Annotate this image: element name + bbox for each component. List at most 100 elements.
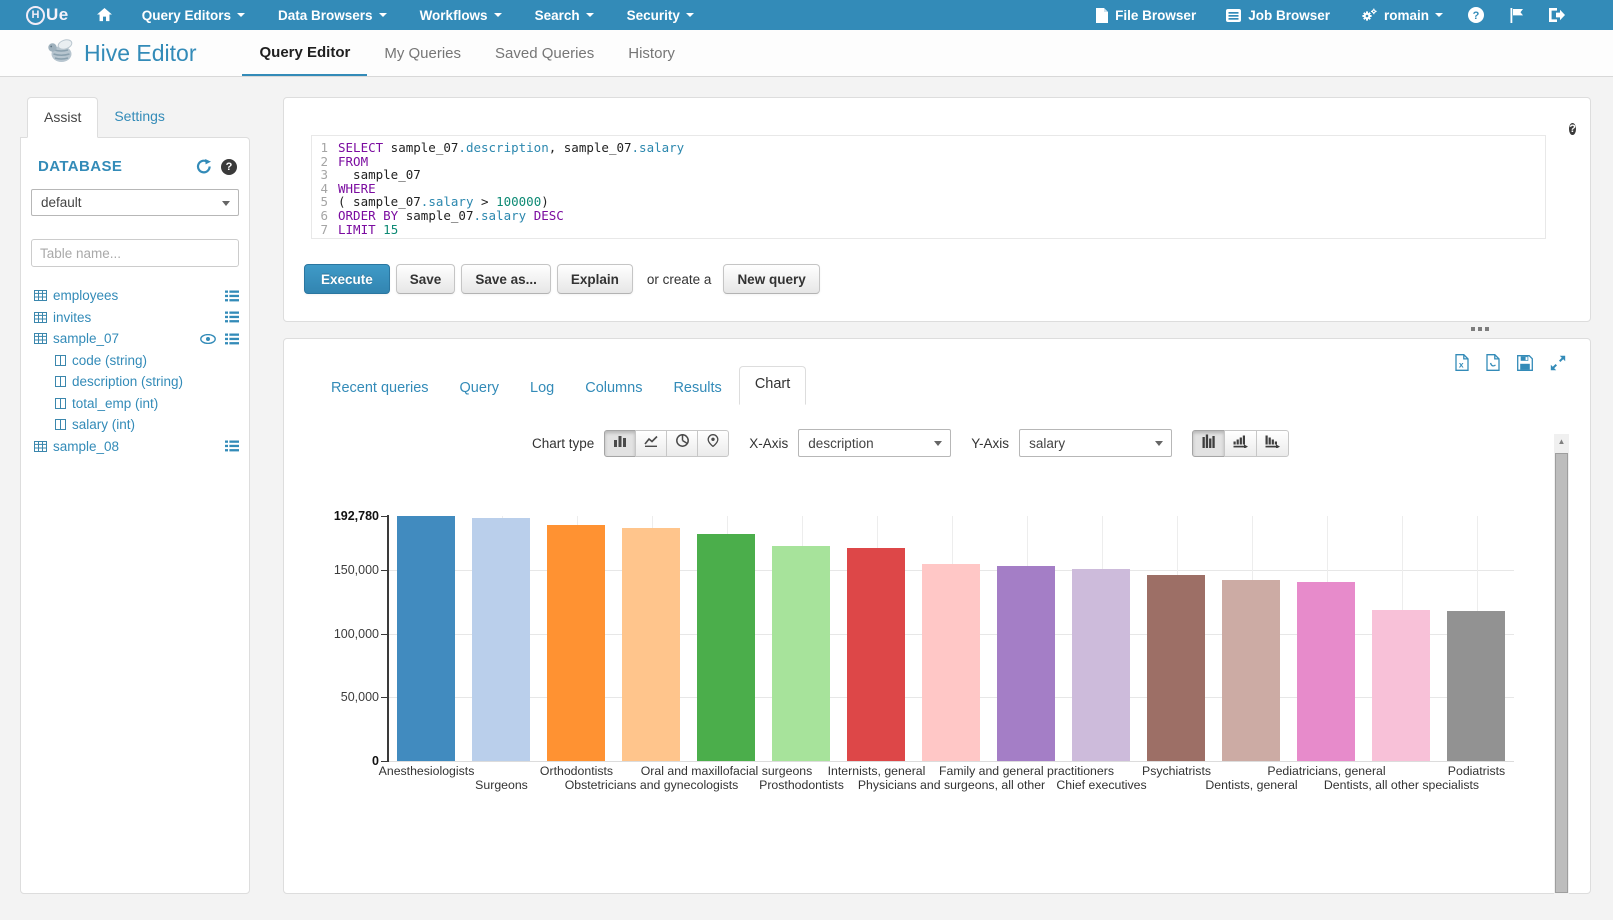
explain-button[interactable]: Explain <box>557 264 633 294</box>
chart-bar[interactable] <box>697 534 755 761</box>
x-axis-label: Internists, general <box>828 764 926 778</box>
x-axis-label: Oral and maxillofacial surgeons <box>641 764 813 778</box>
scroll-up-arrow[interactable]: ▲ <box>1554 434 1569 449</box>
save-button[interactable]: Save <box>396 264 456 294</box>
chart-bar[interactable] <box>922 564 980 761</box>
table-filter-input[interactable] <box>31 239 239 267</box>
file-browser-button[interactable]: File Browser <box>1096 8 1196 23</box>
tab-my-queries[interactable]: My Queries <box>367 30 478 76</box>
table-menu-icon[interactable] <box>225 440 239 452</box>
x-axis-label: Orthodontists <box>540 764 613 778</box>
chart-bar[interactable] <box>622 528 680 761</box>
home-icon <box>97 8 112 22</box>
hue-app-window: H Ue Query Editors Data Browsers Workflows… <box>0 0 1613 920</box>
save-as-button[interactable]: Save as... <box>461 264 551 294</box>
sql-code-editor[interactable]: 1SELECT sample_07.description, sample_07… <box>311 135 1546 239</box>
database-section-title: DATABASE <box>38 158 187 175</box>
refresh-icon[interactable] <box>196 159 212 174</box>
x-axis-label: Physicians and surgeons, all other <box>858 778 1045 792</box>
table-row[interactable]: invites <box>34 307 241 329</box>
chart-bar[interactable] <box>397 516 455 761</box>
tab-query-editor[interactable]: Query Editor <box>242 30 367 76</box>
line-number: 2 <box>312 155 338 169</box>
nav-menu-workflows[interactable]: Workflows <box>420 8 502 23</box>
user-menu[interactable]: romain <box>1360 8 1443 23</box>
chart-bar[interactable] <box>1072 569 1130 761</box>
column-icon <box>55 376 66 387</box>
line-number: 1 <box>312 141 338 155</box>
file-icon <box>1096 8 1108 23</box>
chart-bar[interactable] <box>772 546 830 761</box>
line-number: 5 <box>312 195 338 209</box>
results-scrollbar[interactable]: ▲ <box>1554 434 1569 894</box>
list-icon <box>1226 9 1241 22</box>
chart-bar[interactable] <box>472 518 530 761</box>
help-button[interactable]: ? <box>1468 7 1484 23</box>
table-menu-icon[interactable] <box>225 290 239 302</box>
panel-resize-handle[interactable] <box>1471 327 1492 331</box>
table-tree: employeesinvitessample_07code (string)de… <box>34 285 241 457</box>
x-axis-label: Dentists, all other specialists <box>1324 778 1479 792</box>
table-icon <box>34 290 47 301</box>
code-line: 5( sample_07.salary > 100000) <box>312 195 1545 209</box>
results-panel: x Recent queriesQueryLogColumnsResultsCh… <box>283 338 1591 894</box>
help-icon[interactable]: ? <box>1569 119 1576 137</box>
column-row[interactable]: total_emp (int) <box>34 393 241 415</box>
hive-logo-icon <box>45 37 75 69</box>
assist-panel: DATABASE ? default employeesinvitessampl… <box>20 137 250 894</box>
code-line: 7LIMIT 15 <box>312 223 1545 237</box>
feedback-button[interactable] <box>1509 8 1524 23</box>
table-icon <box>34 333 47 344</box>
x-axis-label: Prosthodontists <box>759 778 844 792</box>
tab-history[interactable]: History <box>611 30 692 76</box>
chart-bar[interactable] <box>997 566 1055 761</box>
table-row[interactable]: employees <box>34 285 241 307</box>
chart-bar[interactable] <box>1372 610 1430 761</box>
chart-bar[interactable] <box>1297 582 1355 761</box>
code-line: 1SELECT sample_07.description, sample_07… <box>312 141 1545 155</box>
app-title[interactable]: Hive Editor <box>84 40 196 67</box>
tab-saved-queries[interactable]: Saved Queries <box>478 30 611 76</box>
top-navbar: H Ue Query Editors Data Browsers Workflows… <box>0 0 1613 30</box>
eye-icon[interactable] <box>200 334 216 344</box>
assist-tabbar: Assist Settings <box>20 97 250 138</box>
help-icon[interactable]: ? <box>221 159 237 175</box>
database-select[interactable]: default <box>31 189 239 216</box>
column-row[interactable]: code (string) <box>34 350 241 372</box>
table-row[interactable]: sample_07 <box>34 328 241 350</box>
home-button[interactable] <box>97 8 112 22</box>
y-axis-line <box>387 515 389 762</box>
x-axis-label: Psychiatrists <box>1142 764 1211 778</box>
chart-bar[interactable] <box>547 525 605 761</box>
chart-bar[interactable] <box>847 548 905 761</box>
chevron-down-icon <box>1435 13 1443 17</box>
code-line: 6ORDER BY sample_07.salary DESC <box>312 209 1545 223</box>
table-menu-icon[interactable] <box>225 333 239 345</box>
chart-bar[interactable] <box>1222 580 1280 761</box>
query-editor-panel: ? 1SELECT sample_07.description, sample_… <box>283 97 1591 322</box>
chevron-down-icon <box>379 13 387 17</box>
table-menu-icon[interactable] <box>225 311 239 323</box>
column-icon <box>55 355 66 366</box>
sign-out-button[interactable] <box>1549 8 1565 22</box>
table-row[interactable]: sample_08 <box>34 436 241 458</box>
job-browser-button[interactable]: Job Browser <box>1226 8 1330 23</box>
chart-bar[interactable] <box>1147 575 1205 761</box>
x-axis-label: Dentists, general <box>1205 778 1297 792</box>
column-row[interactable]: description (string) <box>34 371 241 393</box>
tab-assist[interactable]: Assist <box>27 97 98 138</box>
column-row[interactable]: salary (int) <box>34 414 241 436</box>
nav-menu-query-editors[interactable]: Query Editors <box>142 8 245 23</box>
x-axis-label: Surgeons <box>475 778 528 792</box>
nav-menu-security[interactable]: Security <box>627 8 694 23</box>
tab-settings[interactable]: Settings <box>98 97 181 138</box>
x-axis-label: Chief executives <box>1056 778 1146 792</box>
nav-menu-data-browsers[interactable]: Data Browsers <box>278 8 387 23</box>
hue-logo[interactable]: H Ue <box>26 5 69 25</box>
scrollbar-thumb[interactable] <box>1555 453 1568 893</box>
column-icon <box>55 419 66 430</box>
chart-bar[interactable] <box>1447 611 1505 761</box>
nav-menu-search[interactable]: Search <box>535 8 594 23</box>
new-query-button[interactable]: New query <box>723 264 819 294</box>
execute-button[interactable]: Execute <box>304 264 390 294</box>
